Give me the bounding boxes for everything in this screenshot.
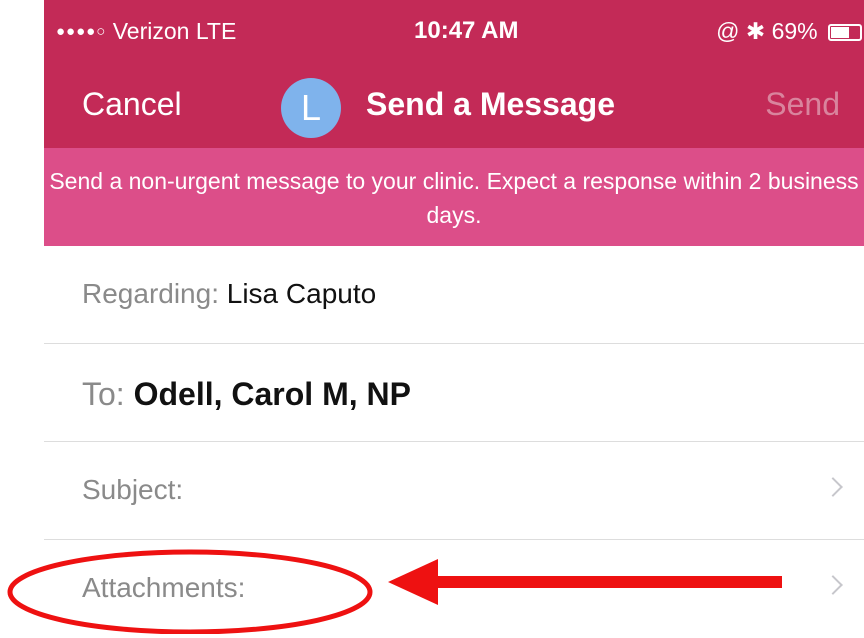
nav-bar: Cancel L Send a Message Send xyxy=(44,66,864,148)
status-time: 10:47 AM xyxy=(414,17,519,44)
regarding-label: Regarding: xyxy=(82,278,219,309)
carrier-name: Verizon xyxy=(112,18,190,44)
page-title: Send a Message xyxy=(366,86,615,122)
chevron-right-icon xyxy=(823,477,843,497)
chevron-right-icon xyxy=(823,575,843,595)
subject-label: Subject: xyxy=(82,474,184,505)
status-bar: ●●●●○ Verizon LTE 10:47 AM @ ✱ 69% xyxy=(44,0,864,66)
to-field: To: Odell, Carol M, NP xyxy=(82,376,411,413)
to-label: To: xyxy=(82,376,125,412)
send-button[interactable]: Send xyxy=(765,86,840,123)
attachments-label: Attachments: xyxy=(82,572,246,603)
subject-row[interactable]: Subject: xyxy=(44,442,864,540)
regarding-field: Regarding: Lisa Caputo xyxy=(82,278,376,310)
cancel-button[interactable]: Cancel xyxy=(82,86,182,123)
signal-strength-icon: ●●●●○ xyxy=(56,23,107,40)
battery-icon xyxy=(828,24,862,41)
message-form: Regarding: Lisa Caputo To: Odell, Carol … xyxy=(44,246,864,638)
attachments-row[interactable]: Attachments: xyxy=(44,540,864,638)
network-type: LTE xyxy=(195,18,237,44)
header: ●●●●○ Verizon LTE 10:47 AM @ ✱ 69% Cance… xyxy=(44,0,864,148)
carrier-info: ●●●●○ Verizon LTE xyxy=(56,18,236,45)
regarding-value: Lisa Caputo xyxy=(226,278,377,309)
regarding-row: Regarding: Lisa Caputo xyxy=(44,246,864,344)
to-row[interactable]: To: Odell, Carol M, NP xyxy=(44,344,864,442)
info-banner: Send a non-urgent message to your clinic… xyxy=(44,148,864,246)
status-icons: @ ✱ xyxy=(716,18,766,44)
battery-percent: 69% xyxy=(771,18,818,44)
phone-screen: ●●●●○ Verizon LTE 10:47 AM @ ✱ 69% Cance… xyxy=(44,0,864,634)
to-value: Odell, Carol M, NP xyxy=(133,376,411,412)
status-right: @ ✱ 69% xyxy=(716,18,862,45)
avatar[interactable]: L xyxy=(281,78,341,138)
